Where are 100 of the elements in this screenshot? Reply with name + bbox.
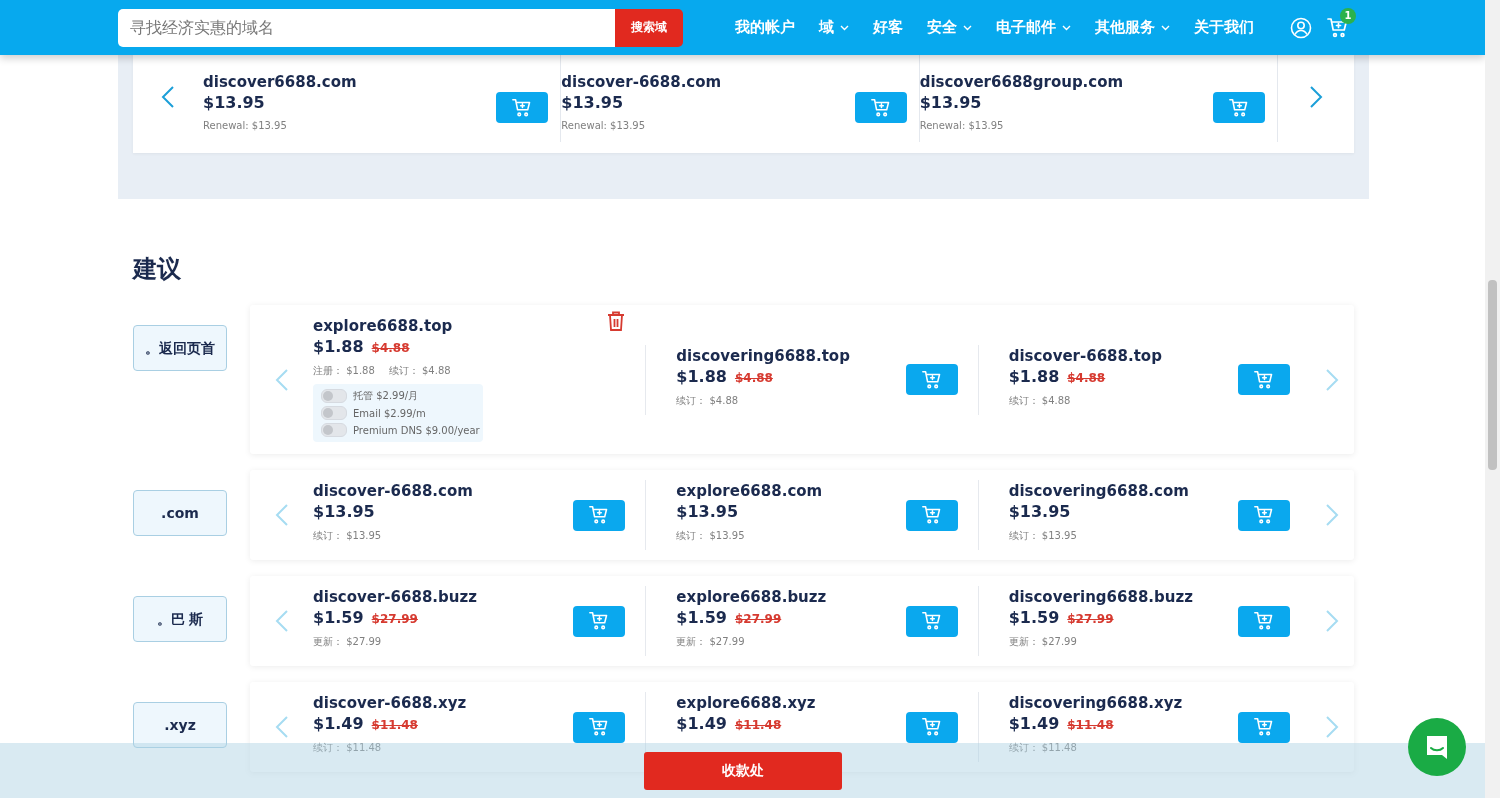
price: $1.59 <box>676 608 727 627</box>
cart-plus-icon <box>1253 368 1275 391</box>
domain-name: discover-6688.com <box>561 73 722 91</box>
addon-label: Email $2.99/m <box>353 407 426 419</box>
price: $1.59 <box>1008 608 1060 627</box>
add-to-cart-button[interactable] <box>905 605 958 637</box>
add-to-cart-button[interactable] <box>854 92 907 123</box>
cart-plus-icon <box>1253 610 1275 632</box>
domain-name: discover-6688.top <box>1008 346 1162 365</box>
renewal-price: 更新： $27.99 <box>313 635 382 649</box>
chevron-left-icon[interactable] <box>274 609 289 633</box>
add-to-cart-button[interactable] <box>1238 499 1290 531</box>
add-to-cart-button[interactable] <box>1238 711 1290 743</box>
domain-name: discover-6688.buzz <box>313 588 477 606</box>
renewal-price: Renewal: $13.95 <box>561 120 646 132</box>
price: $13.95 <box>1008 502 1071 521</box>
search-button[interactable]: 搜索域 <box>615 8 683 47</box>
price: $1.49 <box>313 714 364 733</box>
toggle-switch[interactable] <box>321 406 347 420</box>
cart-plus-icon <box>920 716 943 738</box>
chevron-left-icon[interactable] <box>161 84 175 109</box>
chevron-left-icon[interactable] <box>274 367 289 392</box>
old-price: $11.48 <box>734 718 782 732</box>
renewal-price: 续订： $13.95 <box>676 529 745 543</box>
price: $1.88 <box>1008 366 1060 386</box>
price: $1.49 <box>676 714 727 733</box>
price: $1.59 <box>313 608 364 627</box>
add-to-cart-button[interactable] <box>573 605 626 637</box>
chevron-right-icon[interactable] <box>1325 715 1339 739</box>
chevron-left-icon[interactable] <box>274 715 289 739</box>
domain-name: discovering6688.top <box>676 346 850 365</box>
cart-plus-icon <box>869 96 892 119</box>
renewal-price: 更新： $27.99 <box>676 635 745 649</box>
domain-name: discover6688group.com <box>919 73 1124 91</box>
cart-plus-icon <box>1228 96 1250 119</box>
old-price: $27.99 <box>371 612 418 626</box>
chevron-right-icon[interactable] <box>1325 367 1339 392</box>
chevron-right-icon[interactable] <box>1325 503 1339 527</box>
domain-name: discover6688.com <box>203 73 357 91</box>
add-to-cart-button[interactable] <box>573 499 626 531</box>
add-to-cart-button[interactable] <box>905 499 958 531</box>
user-icon[interactable] <box>1290 16 1312 39</box>
renewal-price: 续订： $13.95 <box>313 529 382 543</box>
price: $13.95 <box>561 93 624 112</box>
add-to-cart-button[interactable] <box>1213 92 1265 123</box>
renewal-price: 续订： $13.95 <box>1008 529 1077 543</box>
nav-item[interactable]: 关于我们 <box>1194 18 1254 37</box>
chat-button[interactable] <box>1408 718 1466 776</box>
domain-name: discovering6688.xyz <box>1008 694 1183 712</box>
toggle-switch[interactable] <box>321 423 347 437</box>
add-to-cart-button[interactable] <box>1238 605 1290 637</box>
checkout-button[interactable]: 收款处 <box>643 751 842 790</box>
tld-label[interactable]: .xyz <box>133 702 227 748</box>
nav-item[interactable]: 好客 <box>873 18 903 37</box>
add-to-cart-button[interactable] <box>1238 364 1290 395</box>
old-price: $11.48 <box>371 718 418 732</box>
renewal-price: 续订： $11.48 <box>313 741 382 755</box>
old-price: $4.88 <box>371 341 410 355</box>
domain-name: discover-6688.com <box>313 482 473 500</box>
price: $13.95 <box>313 502 375 521</box>
nav-item[interactable]: 安全 <box>927 18 972 37</box>
trash-icon[interactable] <box>607 311 626 331</box>
tld-label[interactable]: 。巴 斯 <box>133 596 227 642</box>
renewal-price: 更新： $27.99 <box>1008 635 1077 649</box>
chevron-left-icon[interactable] <box>274 503 289 527</box>
price: $1.88 <box>676 366 727 386</box>
renewal-price: 注册： $1.88 <box>313 364 375 378</box>
chevron-right-icon[interactable] <box>1309 84 1323 109</box>
tld-label[interactable]: .com <box>133 490 227 536</box>
addon-label: Premium DNS $9.00/year <box>353 424 480 436</box>
tld-label[interactable]: 。返回页首 <box>133 325 227 371</box>
add-to-cart-button[interactable] <box>905 711 958 743</box>
search-field[interactable]: 寻找经济实惠的域名 <box>118 8 615 47</box>
section-title: 建议 <box>133 254 182 285</box>
price: $1.49 <box>1008 714 1060 733</box>
domain-name: discovering6688.com <box>1008 482 1189 500</box>
domain-name: explore6688.top <box>313 317 454 335</box>
renewal-price: 续订： $4.88 <box>676 393 739 408</box>
nav-item[interactable]: 域 <box>819 18 849 37</box>
toggle-switch[interactable] <box>321 389 347 403</box>
cart-plus-icon <box>920 504 943 526</box>
nav-item[interactable]: 其他服务 <box>1095 18 1170 37</box>
add-to-cart-button[interactable] <box>573 711 626 743</box>
old-price: $27.99 <box>734 612 782 626</box>
chevron-right-icon[interactable] <box>1325 609 1339 633</box>
nav-item[interactable]: 电子邮件 <box>996 18 1071 37</box>
old-price: $27.99 <box>1067 612 1114 626</box>
renewal-price: Renewal: $13.95 <box>919 120 1004 132</box>
nav-item[interactable]: 我的帐户 <box>735 18 795 37</box>
addon-label: 托管 $2.99/月 <box>353 389 419 403</box>
renewal-price: 续订： $4.88 <box>388 364 451 378</box>
price: $13.95 <box>919 93 982 112</box>
domain-name: explore6688.xyz <box>676 694 816 712</box>
price: $13.95 <box>676 502 739 521</box>
renewal-price: 续订： $11.48 <box>1008 741 1077 755</box>
add-to-cart-button[interactable] <box>496 92 549 123</box>
scrollbar[interactable] <box>1485 0 1500 798</box>
old-price: $4.88 <box>734 370 773 385</box>
domain-name: discover-6688.xyz <box>313 694 467 712</box>
add-to-cart-button[interactable] <box>905 364 958 395</box>
